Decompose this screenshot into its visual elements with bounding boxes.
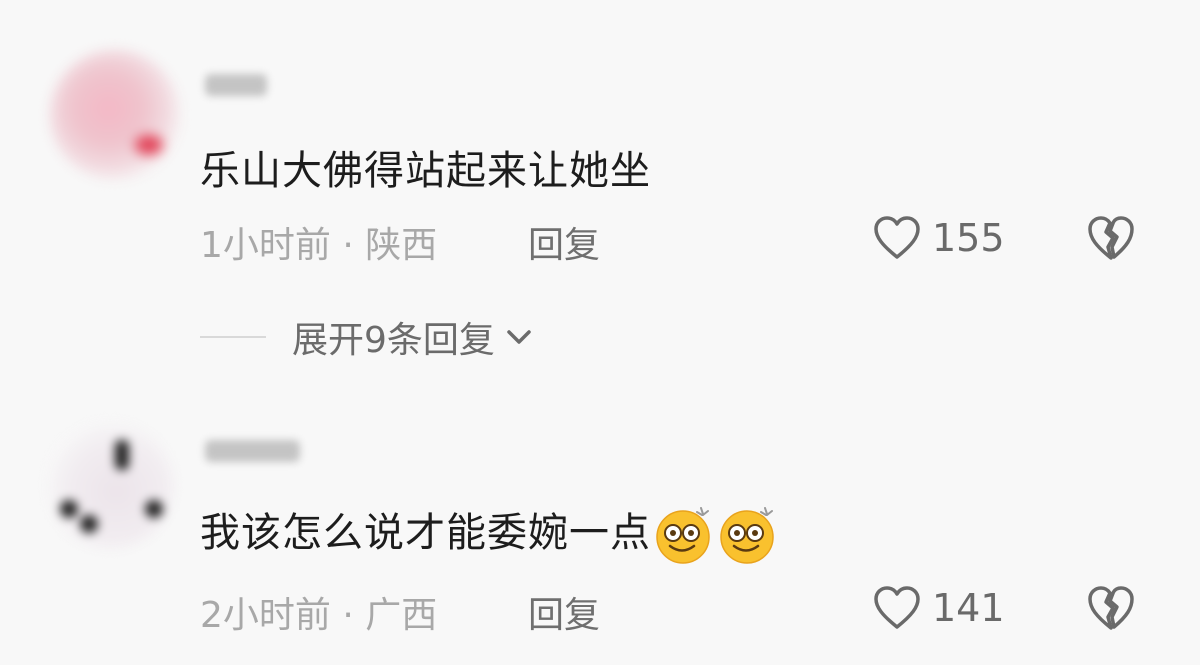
heart-outline-icon (874, 586, 920, 629)
comment-time-location: 2小时前 · 广西 (200, 595, 438, 636)
expand-replies-button[interactable]: 展开9条回复 (292, 311, 535, 363)
username-blurred[interactable] (205, 440, 300, 462)
dizzy-smile-emoji-icon (656, 507, 710, 564)
avatar-detail (135, 135, 163, 155)
avatar-detail (60, 500, 78, 518)
comment-text: 我该怎么说才能委婉一点 (200, 500, 779, 566)
like-button[interactable]: 141 (872, 584, 1005, 632)
heart-outline-icon (874, 216, 920, 259)
dislike-button[interactable] (1085, 214, 1137, 262)
chevron-down-icon (507, 330, 531, 344)
like-count: 155 (932, 216, 1005, 260)
avatar-detail (145, 500, 163, 518)
like-button[interactable]: 155 (872, 214, 1005, 262)
broken-heart-icon (1088, 586, 1134, 630)
expand-replies-row: 展开9条回复 (200, 312, 535, 362)
avatar[interactable] (45, 420, 175, 550)
dizzy-smile-emoji-icon (720, 507, 774, 564)
dislike-button[interactable] (1085, 584, 1137, 632)
reply-button[interactable]: 回复 (528, 586, 600, 638)
avatar-detail (80, 515, 98, 533)
reply-button[interactable]: 回复 (528, 216, 600, 268)
comment-section: 乐山大佛得站起来让她坐 1小时前 · 陕西 回复 155 展开9条回复 我该怎么… (0, 0, 1200, 665)
comment-time-location: 1小时前 · 陕西 (200, 225, 438, 266)
avatar[interactable] (50, 50, 180, 180)
comment-text: 乐山大佛得站起来让她坐 (200, 148, 651, 194)
avatar-detail (115, 440, 129, 470)
divider (200, 336, 266, 338)
like-count: 141 (932, 586, 1005, 630)
expand-replies-label: 展开9条回复 (292, 320, 495, 361)
broken-heart-icon (1088, 216, 1134, 260)
username-blurred[interactable] (205, 74, 267, 96)
comment-text-content: 我该怎么说才能委婉一点 (200, 510, 651, 556)
